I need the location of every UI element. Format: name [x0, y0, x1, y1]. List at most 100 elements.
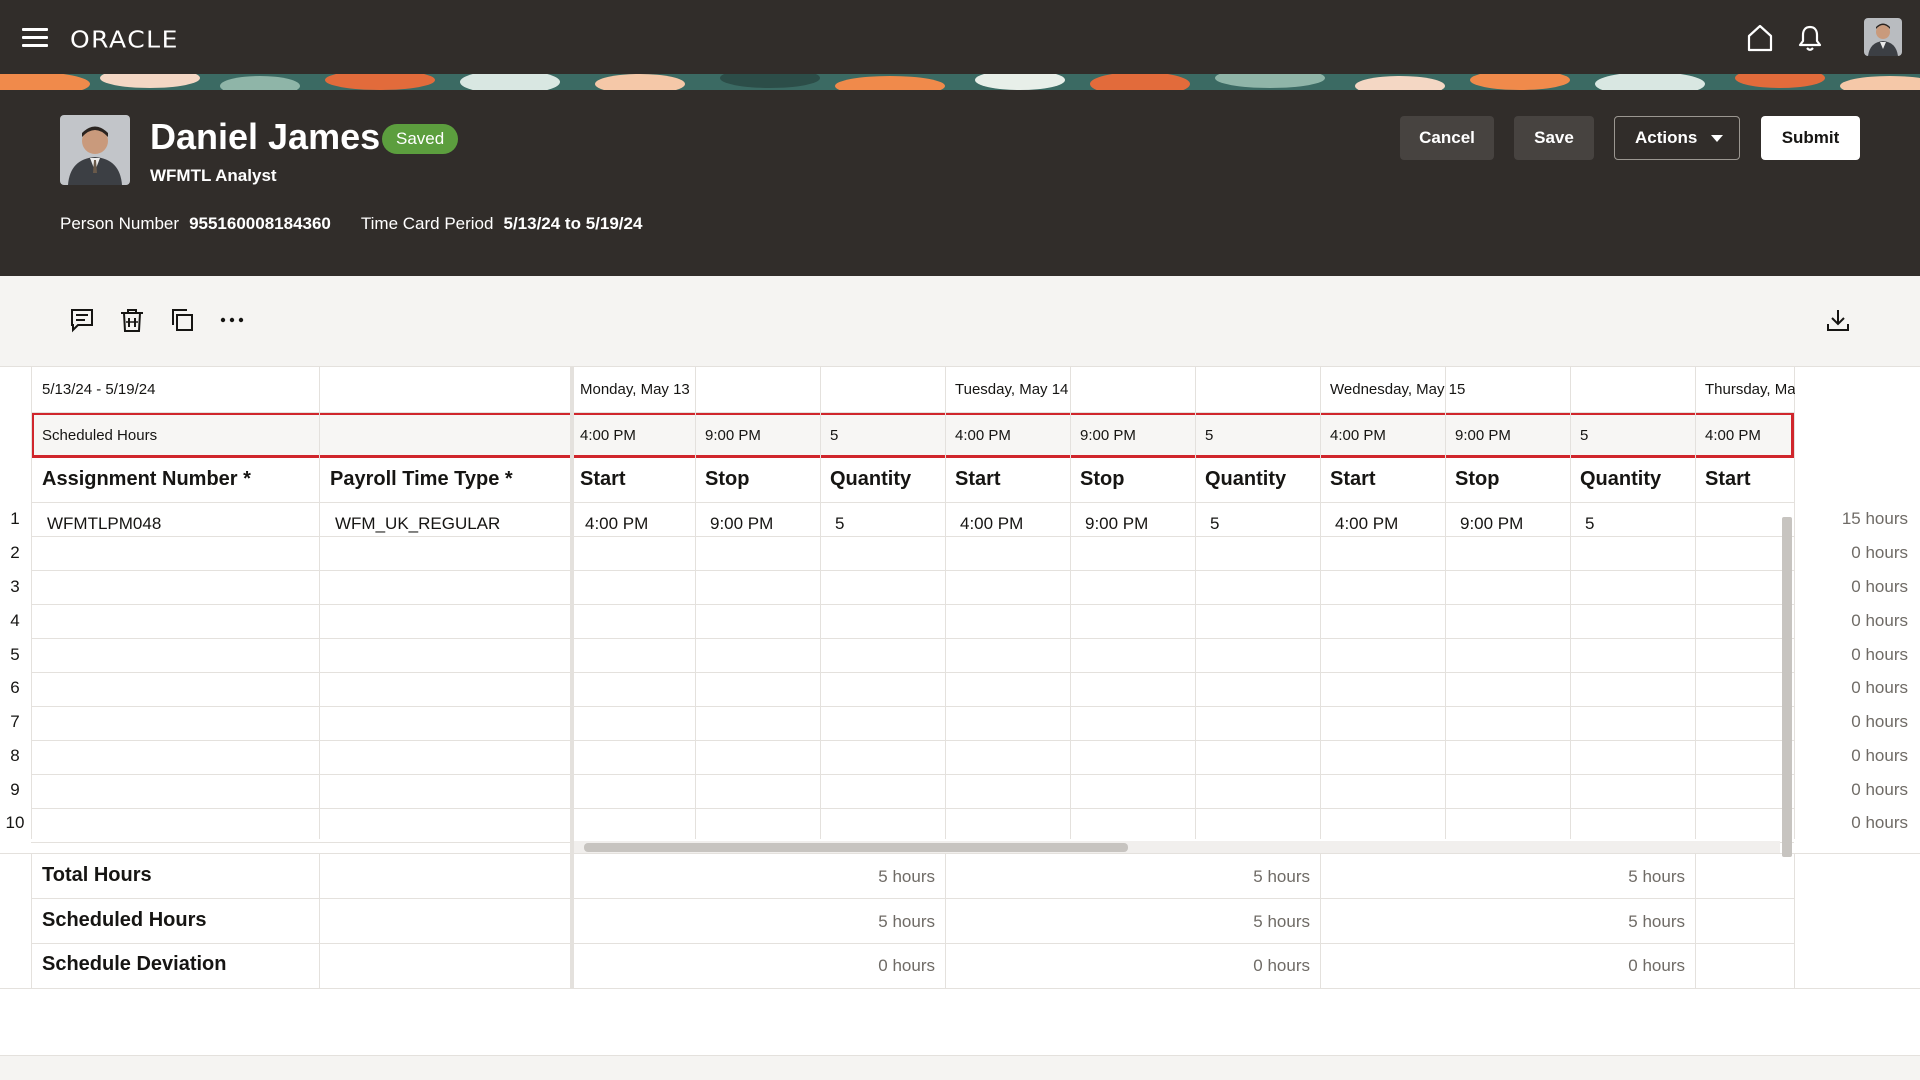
horizontal-scrollbar-thumb[interactable]: [584, 843, 1128, 852]
column-header-payroll-time-type[interactable]: Payroll Time Type *: [330, 468, 513, 491]
grid-toolbar: [0, 276, 1920, 366]
grid-line: [31, 898, 1794, 899]
row-total: 0 hours: [1851, 645, 1908, 664]
payroll-time-type-cell[interactable]: WFM_UK_REGULAR: [335, 514, 500, 534]
grid-line: [1195, 367, 1196, 839]
grid-line: [31, 740, 1794, 741]
row-total: 0 hours: [1851, 746, 1908, 765]
row-number: 5: [10, 645, 20, 664]
grid-line: [1570, 367, 1571, 839]
day-header-monday: Monday, May 13: [580, 381, 690, 398]
grid-line: [0, 988, 1920, 989]
actions-label: Actions: [1635, 128, 1698, 147]
quantity-cell[interactable]: 5: [835, 514, 844, 534]
column-header-start[interactable]: Start: [580, 468, 626, 491]
row-total: 0 hours: [1851, 678, 1908, 697]
column-header-assignment-number[interactable]: Assignment Number *: [42, 468, 251, 491]
scheduled-start: 4:00 PM: [955, 427, 1011, 444]
schedule-deviation-value: 0 hours: [1253, 956, 1310, 975]
caret-down-icon: [1711, 135, 1723, 142]
delete-icon[interactable]: [118, 306, 146, 334]
grid-line: [1320, 853, 1321, 989]
row-number: 2: [10, 543, 20, 562]
column-header-start[interactable]: Start: [1330, 468, 1376, 491]
quantity-cell[interactable]: 5: [1210, 514, 1219, 534]
start-time-cell[interactable]: 4:00 PM: [585, 514, 648, 534]
start-time-cell[interactable]: 4:00 PM: [1335, 514, 1398, 534]
duplicate-icon[interactable]: [168, 306, 196, 334]
row-total: 0 hours: [1851, 611, 1908, 630]
grid-line: [1320, 367, 1321, 839]
column-header-start[interactable]: Start: [955, 468, 1001, 491]
decorative-banner: [0, 74, 1920, 90]
scheduled-hours-row-label: Scheduled Hours: [42, 427, 158, 444]
column-header-quantity[interactable]: Quantity: [830, 468, 911, 491]
date-range-label: 5/13/24 - 5/19/24: [42, 381, 156, 398]
scheduled-hours-value: 5 hours: [1253, 912, 1310, 931]
scheduled-stop: 9:00 PM: [1080, 427, 1136, 444]
stop-time-cell[interactable]: 9:00 PM: [710, 514, 773, 534]
grid-line: [1695, 853, 1696, 989]
total-hours-value: 5 hours: [1628, 867, 1685, 886]
start-time-cell[interactable]: 4:00 PM: [960, 514, 1023, 534]
actions-menu-button[interactable]: Actions: [1614, 116, 1740, 160]
grid-line: [820, 367, 821, 839]
submit-button[interactable]: Submit: [1761, 116, 1860, 160]
scheduled-hours-value: 5 hours: [878, 912, 935, 931]
schedule-deviation-value: 0 hours: [878, 956, 935, 975]
row-total: 0 hours: [1851, 577, 1908, 596]
grid-line: [945, 367, 946, 839]
grid-line: [31, 706, 1794, 707]
notifications-bell-icon[interactable]: [1794, 22, 1826, 54]
grid-line: [31, 502, 1794, 503]
save-button[interactable]: Save: [1514, 116, 1594, 160]
column-header-stop[interactable]: Stop: [705, 468, 749, 491]
row-number: 3: [10, 577, 20, 596]
scheduled-start: 4:00 PM: [1330, 427, 1386, 444]
download-icon[interactable]: [1824, 306, 1852, 334]
oracle-logo[interactable]: ORACLE: [70, 26, 179, 53]
person-job-title: WFMTL Analyst: [150, 166, 277, 185]
column-header-start[interactable]: Start: [1705, 468, 1751, 491]
timecard-grid: 5/13/24 - 5/19/24 Monday, May 13 Tuesday…: [0, 366, 1920, 1056]
home-icon[interactable]: [1744, 22, 1776, 54]
person-avatar: [60, 115, 130, 185]
timecard-info-row: Person Number 955160008184360 Time Card Pe…: [60, 214, 672, 234]
column-header-stop[interactable]: Stop: [1080, 468, 1124, 491]
grid-line: [31, 604, 1794, 605]
user-avatar[interactable]: [1864, 18, 1902, 56]
row-number: 9: [10, 780, 20, 799]
column-header-stop[interactable]: Stop: [1455, 468, 1499, 491]
person-number-value: 955160008184360: [189, 214, 331, 233]
column-header-quantity[interactable]: Quantity: [1205, 468, 1286, 491]
scheduled-quantity: 5: [1580, 427, 1589, 444]
grid-line: [31, 808, 1794, 809]
grid-line: [31, 672, 1794, 673]
stop-time-cell[interactable]: 9:00 PM: [1460, 514, 1523, 534]
stop-time-cell[interactable]: 9:00 PM: [1085, 514, 1148, 534]
scheduled-quantity: 5: [1205, 427, 1214, 444]
menu-icon[interactable]: [22, 28, 48, 48]
grid-line: [570, 367, 571, 839]
grid-line: [570, 853, 571, 989]
grid-line: [31, 853, 32, 989]
day-header-tuesday: Tuesday, May 14: [955, 381, 1069, 398]
cancel-button[interactable]: Cancel: [1400, 116, 1494, 160]
column-header-quantity[interactable]: Quantity: [1580, 468, 1661, 491]
more-options-icon[interactable]: [218, 306, 246, 334]
grid-line: [945, 853, 946, 989]
row-number: 7: [10, 712, 20, 731]
timecard-header: Daniel James Saved WFMTL Analyst Person …: [0, 90, 1920, 276]
schedule-deviation-label: Schedule Deviation: [42, 953, 227, 975]
row-number: 1: [10, 509, 20, 528]
row-total: 0 hours: [1851, 543, 1908, 562]
comment-icon[interactable]: [68, 306, 96, 334]
grid-line: [31, 774, 1794, 775]
assignment-number-cell[interactable]: WFMTLPM048: [47, 514, 161, 534]
vertical-scrollbar[interactable]: [1782, 517, 1792, 857]
row-number: 8: [10, 746, 20, 765]
period-label: Time Card Period: [360, 214, 494, 233]
person-name: Daniel James: [150, 116, 381, 157]
schedule-deviation-value: 0 hours: [1628, 956, 1685, 975]
quantity-cell[interactable]: 5: [1585, 514, 1594, 534]
